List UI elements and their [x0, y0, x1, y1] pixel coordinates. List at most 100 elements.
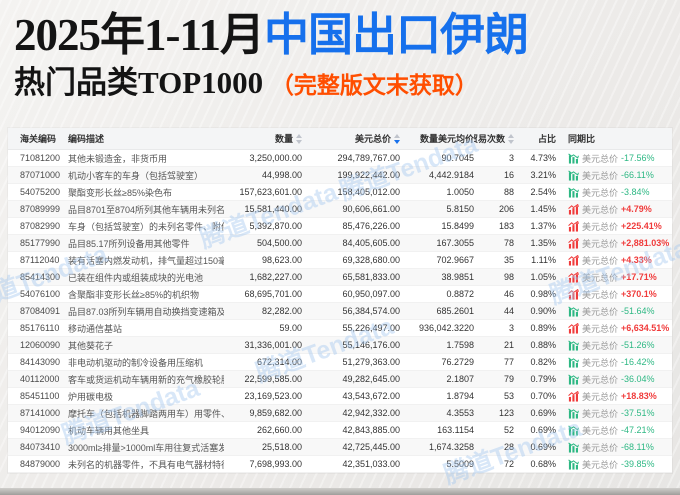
yoy-metric-label: 美元总价 [582, 204, 619, 215]
description-cell: 客车或货运机动车辆用新的充气橡胶轮胎 [68, 374, 224, 385]
hs-code-cell: 85414300 [20, 272, 61, 282]
yoy-value: -47.21% [621, 425, 655, 435]
description-cell: 摩托车（包括机器脚踏两用车）用零件、附件 [68, 408, 224, 419]
trend-chart-icon [568, 153, 579, 164]
trade-count-cell: 35 [503, 255, 514, 265]
avg-price-cell: 685.2601 [436, 306, 474, 316]
column-header-share: 占比 [537, 134, 556, 144]
trend-chart-icon [568, 237, 579, 249]
description-cell: 品目8701至8704所列其他车辆用未列名零、附件 [68, 204, 224, 215]
quantity-cell: 9,859,682.00 [249, 408, 302, 418]
title-period: 2025年1-11月 [14, 10, 265, 60]
trend-chart-icon [568, 306, 579, 317]
trade-count-cell: 79 [503, 374, 514, 384]
yoy-value: -17.56% [621, 153, 655, 163]
column-header-avg-price: 数量美元均价 [419, 134, 474, 144]
yoy-metric-label: 美元总价 [582, 306, 619, 317]
quantity-cell: 23,169,523.00 [244, 391, 302, 401]
yoy-cell: 美元总价 -51.64% [556, 305, 664, 318]
column-header-usd-total[interactable]: 美元总价 [302, 132, 400, 145]
yoy-cell: 美元总价 -51.26% [556, 339, 664, 352]
table-row: 84073410 3000ml≥排量>1000ml车用往复式活塞发动机 25,5… [8, 439, 672, 456]
yoy-metric-label: 美元总价 [582, 289, 619, 300]
quantity-cell: 22,599,585.00 [244, 374, 302, 384]
table-row: 85414300 已装在组件内或组装成块的光电池 1,682,227.00 65… [8, 269, 672, 286]
table-row: 85451100 炉用碳电极 23,169,523.00 43,543,672.… [8, 388, 672, 405]
trend-chart-icon [568, 271, 579, 283]
avg-price-cell: 167.3055 [436, 238, 474, 248]
usd-total-cell: 56,384,574.00 [342, 306, 400, 316]
yoy-metric-label: 美元总价 [582, 153, 619, 164]
quantity-cell: 157,623,601.00 [239, 187, 302, 197]
share-cell: 0.90% [530, 306, 556, 316]
yoy-value: -51.64% [621, 306, 655, 316]
avg-price-cell: 0.8872 [446, 289, 474, 299]
yoy-cell: 美元总价 -17.56% [556, 152, 664, 165]
usd-total-cell: 85,476,226.00 [342, 221, 400, 231]
column-header-hs-code: 海关编码 [20, 134, 57, 144]
description-cell: 聚酯变形长丝≥85%染色布 [68, 187, 172, 198]
yoy-value: +18.83% [621, 391, 657, 401]
yoy-metric-label: 美元总价 [582, 374, 619, 385]
quantity-cell: 59.00 [279, 323, 302, 333]
description-cell: 炉用碳电极 [68, 391, 114, 402]
avg-price-cell: 2.1807 [446, 374, 474, 384]
usd-total-cell: 294,789,767.00 [337, 153, 400, 163]
yoy-metric-label: 美元总价 [582, 442, 619, 453]
column-header-trade-count[interactable]: 贸易次数 [474, 132, 514, 145]
column-header-quantity[interactable]: 数量 [224, 132, 302, 145]
trade-count-cell: 72 [503, 459, 514, 469]
trend-chart-icon [568, 442, 579, 453]
share-cell: 0.69% [530, 442, 556, 452]
trade-count-cell: 28 [503, 442, 514, 452]
share-cell: 0.98% [530, 289, 556, 299]
yoy-cell: 美元总价 -68.11% [556, 441, 664, 454]
description-cell: 装有活塞内燃发动机，排气量超过150毫升，但不超... [68, 255, 224, 266]
trend-chart-icon [568, 340, 579, 351]
usd-total-cell: 55,146,176.00 [342, 340, 400, 350]
table-row: 87141000 摩托车（包括机器脚踏两用车）用零件、附件 9,859,682.… [8, 405, 672, 422]
avg-price-cell: 76.2729 [441, 357, 474, 367]
description-cell: 品目85.17所列设备用其他零件 [68, 238, 190, 249]
hs-code-cell: 71081200 [20, 153, 61, 163]
hs-code-cell: 87084091 [20, 306, 61, 316]
yoy-cell: 美元总价 -47.21% [556, 424, 664, 437]
avg-price-cell: 4,442.9184 [428, 170, 474, 180]
table-row: 12060090 其他葵花子 31,336,001.00 55,146,176.… [8, 337, 672, 354]
table-row: 85177990 品目85.17所列设备用其他零件 504,500.00 84,… [8, 235, 672, 252]
hs-code-cell: 54075200 [20, 187, 61, 197]
description-cell: 含聚酯非变形长丝≥85%的机织物 [68, 289, 199, 300]
hs-code-cell: 87089999 [20, 204, 61, 214]
trade-count-cell: 53 [503, 391, 514, 401]
avg-price-cell: 38.9851 [441, 272, 474, 282]
description-cell: 其他未锻造金，非货币用 [68, 153, 168, 164]
yoy-metric-label: 美元总价 [582, 323, 619, 334]
table-row: 84143090 非电动机驱动的制冷设备用压缩机 672,314.00 51,2… [8, 354, 672, 371]
yoy-metric-label: 美元总价 [582, 425, 619, 436]
description-cell: 3000ml≥排量>1000ml车用往复式活塞发动机 [68, 442, 224, 453]
avg-price-cell: 1.7598 [446, 340, 474, 350]
trade-count-cell: 21 [503, 340, 514, 350]
quantity-cell: 44,998.00 [261, 170, 302, 180]
hs-code-cell: 85176110 [20, 323, 60, 333]
table-row: 54076100 含聚酯非变形长丝≥85%的机织物 68,695,701.00 … [8, 286, 672, 303]
hs-code-cell: 84143090 [20, 357, 61, 367]
trade-count-cell: 44 [503, 306, 514, 316]
usd-total-cell: 42,942,332.00 [342, 408, 400, 418]
usd-total-cell: 55,226,497.00 [342, 323, 400, 333]
share-cell: 1.05% [530, 272, 556, 282]
share-cell: 0.69% [530, 425, 556, 435]
hs-code-cell: 84073410 [20, 442, 61, 452]
avg-price-cell: 1.8794 [446, 391, 474, 401]
quantity-cell: 82,282.00 [261, 306, 302, 316]
usd-total-cell: 42,725,445.00 [342, 442, 400, 452]
usd-total-cell: 199,922,442.00 [337, 170, 400, 180]
hs-code-cell: 87112040 [20, 255, 60, 265]
yoy-value: -16.42% [621, 357, 655, 367]
quantity-cell: 31,336,001.00 [244, 340, 302, 350]
share-cell: 1.37% [530, 221, 556, 231]
yoy-value: -66.11% [621, 170, 654, 180]
hs-code-cell: 87071000 [20, 170, 61, 180]
table-body: 71081200 其他未锻造金，非货币用 3,250,000.00 294,78… [8, 150, 672, 473]
yoy-cell: 美元总价 -37.51% [556, 407, 664, 420]
